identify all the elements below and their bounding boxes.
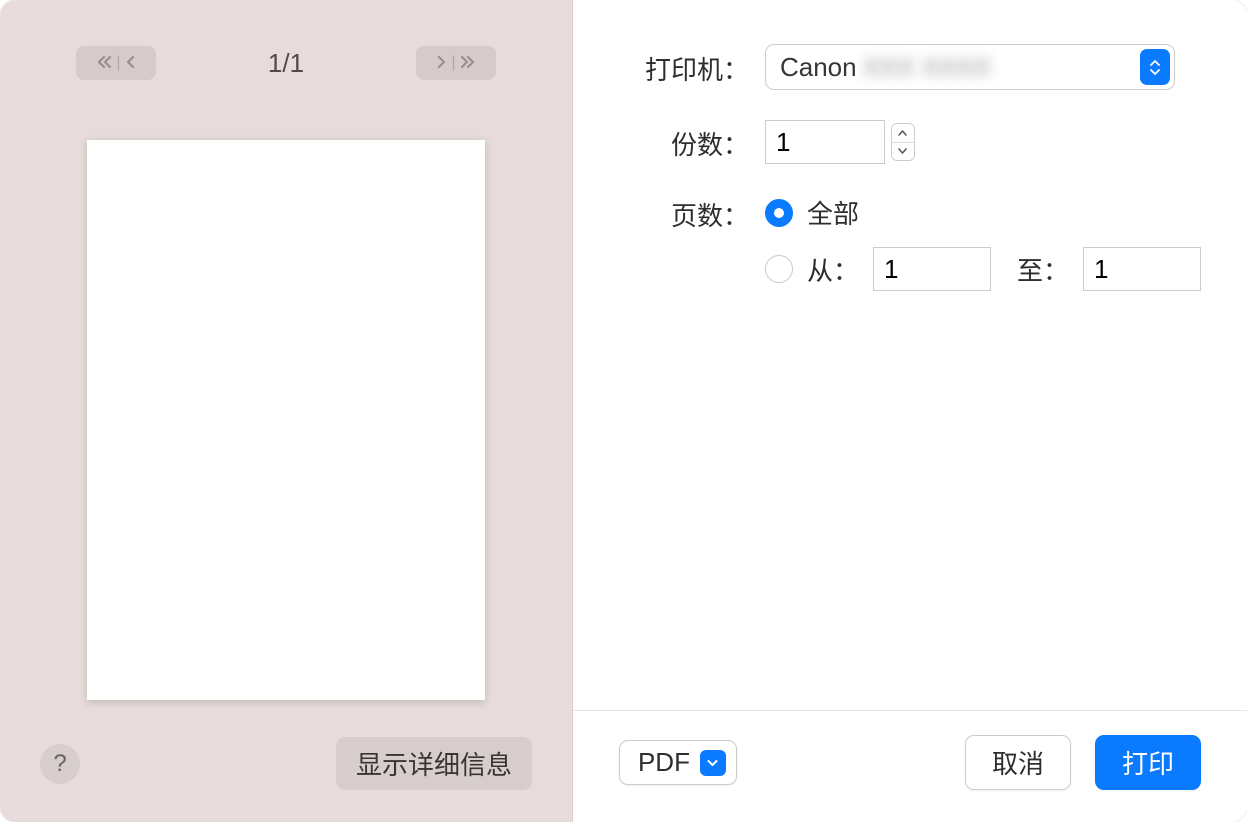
copies-stepper [891, 123, 915, 161]
help-button[interactable]: ? [40, 744, 80, 784]
print-button[interactable]: 打印 [1095, 735, 1201, 790]
next-page-button[interactable]: | [416, 46, 496, 80]
printer-value-text: Canon [780, 52, 857, 82]
pages-group: 全部 从： 至： [765, 194, 1201, 291]
settings-body: 打印机： CanonXXX XXXX 份数： [573, 0, 1247, 710]
prev-page-button[interactable]: | [76, 46, 156, 80]
printer-label: 打印机： [573, 48, 765, 87]
chevron-right-icon [437, 56, 446, 71]
pages-from-input[interactable] [873, 247, 991, 291]
chevron-double-left-icon [97, 56, 111, 71]
updown-arrows-icon [1140, 49, 1170, 85]
copies-stepper-down[interactable] [892, 143, 914, 161]
settings-pane: 打印机： CanonXXX XXXX 份数： [573, 0, 1247, 822]
pages-range-row: 从： 至： [765, 247, 1201, 291]
copies-label: 份数： [573, 123, 765, 162]
printer-row: 打印机： CanonXXX XXXX [573, 44, 1201, 90]
nav-separator: | [451, 54, 455, 72]
pages-range-radio[interactable] [765, 255, 793, 283]
pdf-menu-button[interactable]: PDF [619, 740, 737, 785]
pages-to-label: 至： [1017, 251, 1069, 288]
show-details-button[interactable]: 显示详细信息 [336, 737, 532, 790]
footer-actions: 取消 打印 [965, 735, 1201, 790]
pages-all-label: 全部 [807, 194, 859, 231]
pages-from-label: 从： [807, 251, 859, 288]
print-dialog: | 1/1 | ? 显示详细信息 [0, 0, 1247, 822]
pages-all-row: 全部 [765, 194, 1201, 231]
chevron-down-icon [700, 750, 726, 776]
pages-all-radio[interactable] [765, 199, 793, 227]
nav-separator: | [116, 54, 120, 72]
preview-header: | 1/1 | [0, 0, 572, 100]
copies-stepper-up[interactable] [892, 124, 914, 143]
copies-input[interactable] [765, 120, 885, 164]
copies-row: 份数： [573, 120, 1201, 164]
chevron-left-icon [126, 56, 135, 71]
settings-footer: PDF 取消 打印 [573, 710, 1247, 822]
pages-to-input[interactable] [1083, 247, 1201, 291]
chevron-up-icon [898, 130, 907, 136]
printer-model-obscured: XXX XXXX [863, 52, 992, 82]
chevron-double-right-icon [461, 56, 475, 71]
pages-row: 页数： 全部 从： 至： [573, 194, 1201, 291]
pdf-label: PDF [638, 747, 690, 778]
page-indicator: 1/1 [268, 48, 304, 79]
preview-pane: | 1/1 | ? 显示详细信息 [0, 0, 573, 822]
pages-label: 页数： [573, 194, 765, 233]
page-preview [87, 140, 485, 700]
preview-footer: ? 显示详细信息 [0, 737, 572, 790]
cancel-button[interactable]: 取消 [965, 735, 1071, 790]
printer-select[interactable]: CanonXXX XXXX [765, 44, 1175, 90]
printer-value: CanonXXX XXXX [780, 52, 991, 83]
chevron-down-icon [898, 148, 907, 154]
